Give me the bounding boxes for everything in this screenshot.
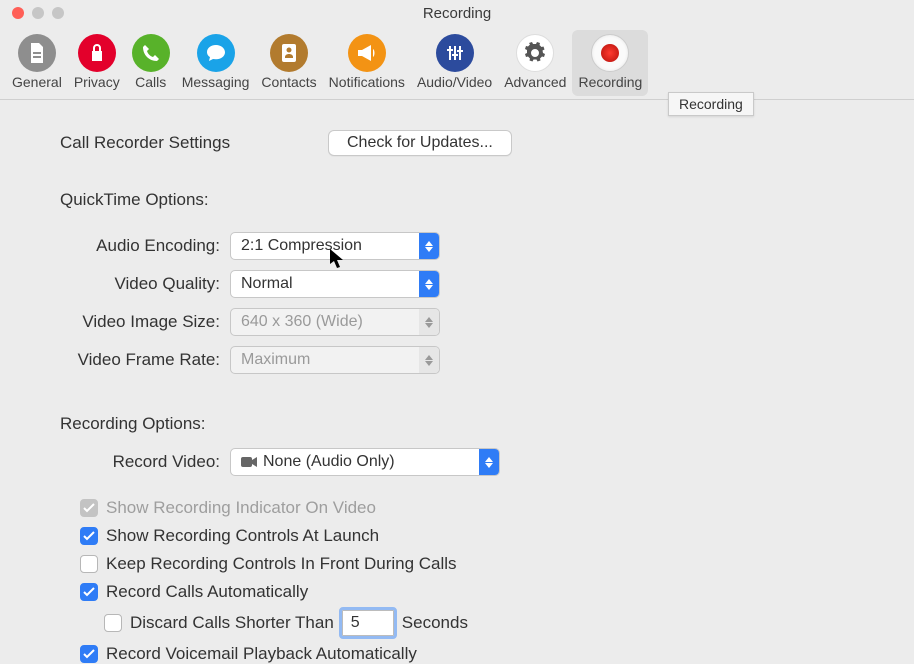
chevron-up-down-icon <box>419 309 439 335</box>
toolbar-tab-label: Calls <box>135 74 166 90</box>
lock-icon <box>78 34 116 72</box>
record-auto-label: Record Calls Automatically <box>106 582 308 602</box>
titlebar: Recording <box>0 0 914 26</box>
camera-icon <box>241 456 257 468</box>
bullhorn-icon <box>348 34 386 72</box>
sliders-icon <box>436 34 474 72</box>
chevron-up-down-icon <box>419 233 439 259</box>
record-voicemail-checkbox[interactable] <box>80 645 98 663</box>
toolbar-tab-label: Notifications <box>329 74 405 90</box>
toolbar-tab-privacy[interactable]: Privacy <box>68 30 126 96</box>
toolbar-tab-label: Recording <box>578 74 642 90</box>
video-image-size-select[interactable]: 640 x 360 (Wide) <box>230 308 440 336</box>
gear-icon <box>516 34 554 72</box>
toolbar-tab-general[interactable]: General <box>6 30 68 96</box>
toolbar-tab-label: Contacts <box>261 74 316 90</box>
video-frame-rate-select[interactable]: Maximum <box>230 346 440 374</box>
toolbar-tab-label: Privacy <box>74 74 120 90</box>
show-indicator-row: Show Recording Indicator On Video <box>80 498 914 518</box>
toolbar-tab-calls[interactable]: Calls <box>126 30 176 96</box>
audio-encoding-label: Audio Encoding: <box>60 236 230 256</box>
discard-prefix-label: Discard Calls Shorter Than <box>130 613 334 633</box>
toolbar-tab-contacts[interactable]: Contacts <box>255 30 322 96</box>
traffic-lights <box>0 7 64 19</box>
toolbar-tab-recording[interactable]: Recording <box>572 30 648 96</box>
show-controls-label: Show Recording Controls At Launch <box>106 526 379 546</box>
video-quality-select[interactable]: Normal <box>230 270 440 298</box>
discard-suffix-label: Seconds <box>402 613 468 633</box>
audio-encoding-select[interactable]: 2:1 Compression <box>230 232 440 260</box>
toolbar-tab-label: General <box>12 74 62 90</box>
record-voicemail-label: Record Voicemail Playback Automatically <box>106 644 417 664</box>
keep-front-row: Keep Recording Controls In Front During … <box>80 554 914 574</box>
video-frame-rate-label: Video Frame Rate: <box>60 350 230 370</box>
content-area: Call Recorder Settings Check for Updates… <box>0 100 914 664</box>
keep-front-checkbox[interactable] <box>80 555 98 573</box>
toolbar-tab-label: Advanced <box>504 74 566 90</box>
video-image-size-label: Video Image Size: <box>60 312 230 332</box>
video-quality-label: Video Quality: <box>60 274 230 294</box>
record-icon <box>591 34 629 72</box>
toolbar-tab-label: Audio/Video <box>417 74 492 90</box>
show-indicator-checkbox <box>80 499 98 517</box>
record-voicemail-row: Record Voicemail Playback Automatically <box>80 644 914 664</box>
show-controls-row: Show Recording Controls At Launch <box>80 526 914 546</box>
chat-icon <box>197 34 235 72</box>
chevron-up-down-icon <box>419 271 439 297</box>
discard-seconds-input[interactable] <box>342 610 394 636</box>
discard-checkbox[interactable] <box>104 614 122 632</box>
record-video-label: Record Video: <box>60 452 230 472</box>
toolbar-tab-messaging[interactable]: Messaging <box>176 30 256 96</box>
toolbar-tab-label: Messaging <box>182 74 250 90</box>
show-controls-checkbox[interactable] <box>80 527 98 545</box>
recording-options-header: Recording Options: <box>60 414 914 434</box>
file-icon <box>18 34 56 72</box>
toolbar-tab-advanced[interactable]: Advanced <box>498 30 572 96</box>
chevron-up-down-icon <box>479 449 499 475</box>
zoom-window-button[interactable] <box>52 7 64 19</box>
window-title: Recording <box>0 5 914 22</box>
record-auto-checkbox[interactable] <box>80 583 98 601</box>
preferences-toolbar: General Privacy Calls Messaging Contacts… <box>0 26 914 100</box>
minimize-window-button[interactable] <box>32 7 44 19</box>
quicktime-header: QuickTime Options: <box>60 190 914 210</box>
book-icon <box>270 34 308 72</box>
phone-icon <box>132 34 170 72</box>
tooltip: Recording <box>668 92 754 116</box>
chevron-up-down-icon <box>419 347 439 373</box>
toolbar-tab-audio-video[interactable]: Audio/Video <box>411 30 498 96</box>
record-video-select[interactable]: None (Audio Only) <box>230 448 500 476</box>
close-window-button[interactable] <box>12 7 24 19</box>
toolbar-tab-notifications[interactable]: Notifications <box>323 30 411 96</box>
check-updates-button[interactable]: Check for Updates... <box>328 130 512 156</box>
discard-row: Discard Calls Shorter Than Seconds <box>104 610 914 636</box>
keep-front-label: Keep Recording Controls In Front During … <box>106 554 457 574</box>
settings-header: Call Recorder Settings <box>60 133 328 153</box>
show-indicator-label: Show Recording Indicator On Video <box>106 498 376 518</box>
record-auto-row: Record Calls Automatically <box>80 582 914 602</box>
